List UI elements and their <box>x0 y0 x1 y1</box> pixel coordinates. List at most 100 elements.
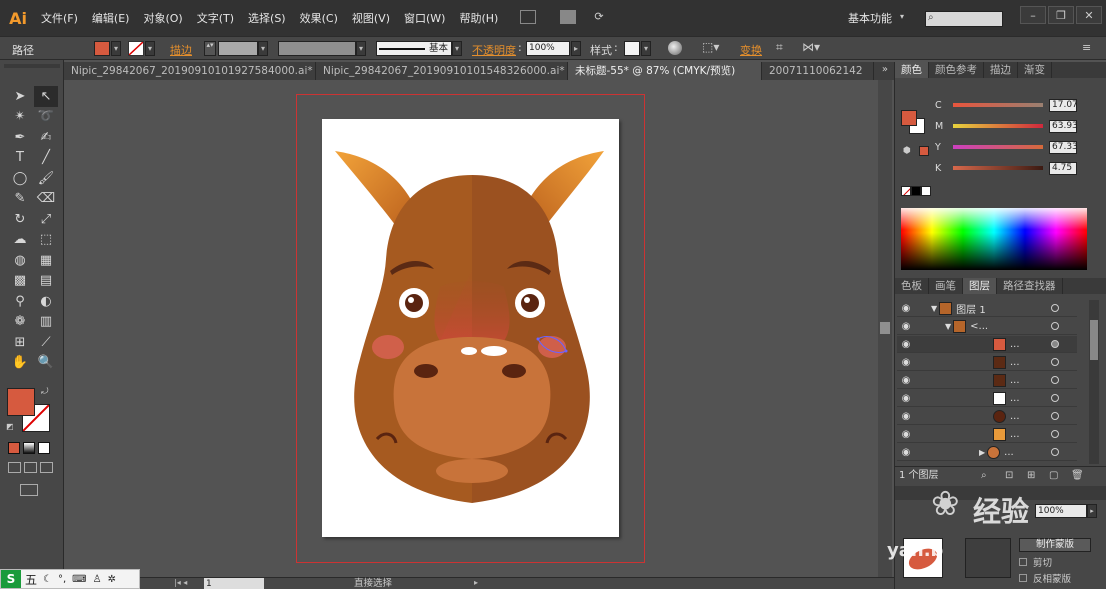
ime-mode[interactable]: 五 <box>25 571 37 588</box>
transform-panel-link[interactable]: 变换 <box>740 42 762 58</box>
tab-document-active[interactable]: 未标题-55* @ 87% (CMYK/预览) <box>568 62 762 80</box>
scale-tool-icon[interactable]: ⤢ <box>34 209 58 230</box>
yellow-track[interactable] <box>953 145 1043 149</box>
none-mode-button[interactable] <box>38 442 50 454</box>
curvature-tool-icon[interactable]: ✍ <box>34 127 58 148</box>
target-icon[interactable] <box>1051 304 1059 312</box>
layer-row[interactable]: ◉ ▼ 图层 1 <box>897 300 1077 317</box>
menu-view[interactable]: 视图(V) <box>352 10 390 26</box>
menu-edit[interactable]: 编辑(E) <box>92 10 130 26</box>
color-mode-button[interactable] <box>8 442 20 454</box>
black-slider[interactable]: K 4.75 <box>935 161 1077 175</box>
visibility-eye-icon[interactable]: ◉ <box>897 357 915 368</box>
brush-dropdown[interactable]: ▾ <box>452 41 462 56</box>
draw-behind-icon[interactable] <box>24 462 37 473</box>
user-icon[interactable]: ♙ <box>93 574 102 585</box>
stroke-panel-link[interactable]: 描边 <box>170 42 192 58</box>
target-icon[interactable] <box>1051 430 1059 438</box>
tab-stroke[interactable]: 描边 <box>984 62 1018 78</box>
gradient-mode-button[interactable] <box>23 442 35 454</box>
pen-tool-icon[interactable]: ✒ <box>8 127 32 148</box>
status-menu-icon[interactable]: ▸ <box>474 578 478 587</box>
artboard-tool-icon[interactable]: ⊞ <box>8 332 32 353</box>
tab-pathfinder[interactable]: 路径查找器 <box>997 278 1063 294</box>
tab-layers[interactable]: 图层 <box>963 278 997 294</box>
magic-wand-tool-icon[interactable]: ✴ <box>8 107 32 128</box>
tab-brushes[interactable]: 画笔 <box>929 278 963 294</box>
fill-color-swatch[interactable] <box>7 388 35 416</box>
layer-name[interactable]: ... <box>1010 375 1020 386</box>
screen-mode-icon[interactable] <box>20 484 38 496</box>
layer-row[interactable]: ◉ ... <box>897 408 1077 425</box>
workspace-switcher[interactable]: 基本功能 <box>848 10 892 26</box>
visibility-eye-icon[interactable]: ◉ <box>897 375 915 386</box>
menu-help[interactable]: 帮助(H) <box>459 10 498 26</box>
visibility-eye-icon[interactable]: ◉ <box>897 321 915 332</box>
opacity-field[interactable]: 100% <box>526 41 570 56</box>
target-icon[interactable] <box>1051 412 1059 420</box>
target-icon[interactable] <box>1051 376 1059 384</box>
swap-colors-icon[interactable]: ⤾ <box>41 387 49 397</box>
isolate-icon[interactable]: ⌗ <box>776 40 783 56</box>
target-icon[interactable] <box>1051 358 1059 366</box>
magenta-value[interactable]: 63.93 <box>1049 119 1078 133</box>
more-tabs-icon[interactable]: » <box>882 64 888 75</box>
stroke-weight-stepper[interactable]: ▴▾ <box>204 41 216 56</box>
restore-button[interactable]: ❐ <box>1048 6 1074 24</box>
perspective-grid-tool-icon[interactable]: ▦ <box>34 250 58 271</box>
visibility-eye-icon[interactable]: ◉ <box>897 303 915 314</box>
tab-document-2[interactable]: Nipic_29842067_20190910101548326000.ai* <box>316 62 568 80</box>
layer-row[interactable]: ◉ ... <box>897 426 1077 443</box>
visibility-eye-icon[interactable]: ◉ <box>897 429 915 440</box>
panel-grip[interactable] <box>4 64 60 68</box>
graphic-style-swatch[interactable] <box>624 41 640 56</box>
stroke-swatch[interactable] <box>128 41 144 56</box>
menu-file[interactable]: 文件(F) <box>41 10 78 26</box>
rotate-tool-icon[interactable]: ↻ <box>8 209 32 230</box>
shape-builder-tool-icon[interactable]: ◍ <box>8 250 32 271</box>
symbol-sprayer-tool-icon[interactable]: ❁ <box>8 312 32 333</box>
scrollbar-thumb[interactable] <box>880 322 890 334</box>
tab-document-1[interactable]: Nipic_29842067_20190910101927584000.ai* <box>64 62 316 80</box>
gamut-swatch[interactable] <box>919 146 929 156</box>
brush-definition-field[interactable]: 基本 <box>376 41 452 56</box>
layer-name[interactable]: ... <box>1010 339 1020 350</box>
free-transform-tool-icon[interactable]: ⬚ <box>34 230 58 251</box>
minimize-button[interactable]: – <box>1020 6 1046 24</box>
layer-row[interactable]: ◉ ▶ ... <box>897 444 1077 461</box>
settings-icon[interactable]: ✲ <box>108 574 116 585</box>
layer-row[interactable]: ◉ ▼ <... <box>897 318 1077 335</box>
graphic-style-dropdown[interactable]: ▾ <box>641 41 651 56</box>
mesh-tool-icon[interactable]: ▩ <box>8 271 32 292</box>
cyan-track[interactable] <box>953 103 1043 107</box>
cyan-slider[interactable]: C 17.07 <box>935 98 1078 112</box>
close-button[interactable]: ✕ <box>1076 6 1102 24</box>
layer-row[interactable]: ◉ ... <box>897 336 1077 353</box>
horse-illustration[interactable] <box>322 119 619 537</box>
panel-menu-icon[interactable]: ≡ <box>1082 41 1091 57</box>
stroke-weight-field[interactable] <box>218 41 258 56</box>
sync-icon[interactable]: ⟳ <box>594 10 603 26</box>
stroke-dropdown[interactable]: ▾ <box>145 41 155 56</box>
layer-name[interactable]: ... <box>1004 447 1014 458</box>
slice-tool-icon[interactable]: ⟋ <box>34 332 58 353</box>
menu-type[interactable]: 文字(T) <box>197 10 234 26</box>
blend-tool-icon[interactable]: ◐ <box>34 291 58 312</box>
warp-tool-icon[interactable]: ☁ <box>8 230 32 251</box>
opacity-dropdown[interactable]: ▸ <box>571 41 581 56</box>
visibility-eye-icon[interactable]: ◉ <box>897 339 915 350</box>
recolor-artwork-icon[interactable] <box>668 41 682 55</box>
align-icon[interactable]: ⬚▾ <box>702 40 719 56</box>
menu-window[interactable]: 窗口(W) <box>404 10 445 26</box>
color-spectrum[interactable] <box>901 208 1087 270</box>
variable-width-field[interactable] <box>278 41 356 56</box>
keyboard-icon[interactable]: ⌨ <box>72 574 86 585</box>
opacity-panel-link[interactable]: 不透明度 <box>472 42 516 58</box>
target-icon[interactable] <box>1051 394 1059 402</box>
black-value[interactable]: 4.75 <box>1049 161 1077 175</box>
tab-document-4[interactable]: 20071110062142 <box>762 62 874 80</box>
layer-name[interactable]: <... <box>970 321 988 332</box>
layer-name[interactable]: ... <box>1010 429 1020 440</box>
layer-row[interactable]: ◉ ... <box>897 390 1077 407</box>
tab-color-guide[interactable]: 颜色参考 <box>929 62 984 78</box>
